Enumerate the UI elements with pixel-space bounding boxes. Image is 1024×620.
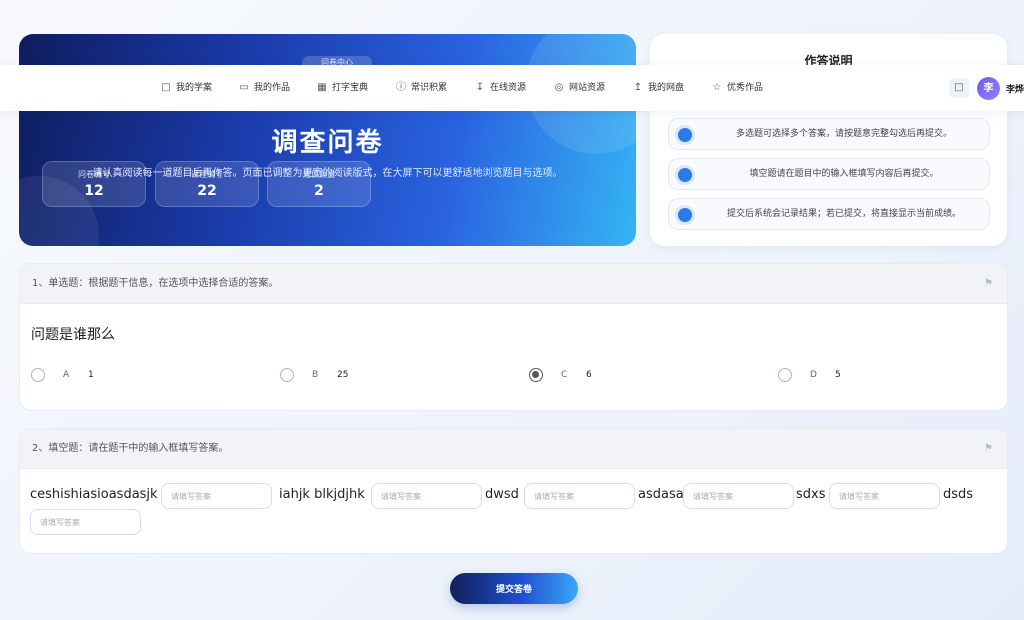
globe-icon: ◎ — [554, 82, 564, 93]
instruction-text: 多选题可选择多个答案，请按题意完整勾选后再提交。 — [735, 129, 952, 139]
option-value: 25 — [337, 370, 349, 380]
book-icon: □ — [161, 82, 171, 93]
option-letter: A — [63, 370, 70, 380]
radio-button-selected[interactable] — [529, 368, 543, 382]
question-card-fill-blank: 2、填空题：请在题干中的输入框填写答案。 ⚑ ceshishiasioasdas… — [19, 428, 1008, 554]
question-header: 1、单选题：根据题干信息，在选项中选择合适的答案。 ⚑ — [20, 264, 1007, 304]
nav-label: 我的作品 — [254, 83, 291, 93]
instruction-item: 提交后系统会记录结果；若已提交，将直接显示当前成绩。 — [668, 198, 990, 230]
nav-item-online-resources[interactable]: ↧ 在线资源 — [474, 65, 526, 111]
option-letter: C — [561, 370, 568, 380]
blank-input-3[interactable] — [524, 483, 635, 509]
star-icon: ☆ — [712, 82, 722, 93]
blank-text: ceshishiasioasdasjk — [30, 487, 158, 502]
question-text: 问题是谁那么 — [31, 327, 115, 343]
blank-text: sdxs — [796, 487, 826, 502]
help-circle-icon: ⓘ — [396, 82, 406, 93]
blank-input-4[interactable] — [683, 483, 794, 509]
instruction-text: 提交后系统会记录结果；若已提交，将直接显示当前成绩。 — [726, 209, 961, 219]
blank-input-2[interactable] — [371, 483, 482, 509]
option-value: 1 — [88, 370, 94, 380]
stat-label: 题目数量 — [303, 170, 335, 179]
blank-input-5[interactable] — [829, 483, 940, 509]
radio-button[interactable] — [280, 368, 294, 382]
question-card-single-choice: 1、单选题：根据题干信息，在选项中选择合适的答案。 ⚑ 问题是谁那么 A 1 B… — [19, 263, 1008, 411]
avatar[interactable]: 李 — [977, 77, 1000, 100]
nav-label: 打字宝典 — [332, 83, 369, 93]
top-navbar: □ 我的学案 ▭ 我的作品 ▦ 打字宝典 ⓘ 常识积累 ↧ 在线资源 ◎ 网站资源 ↥ 我的网… — [0, 65, 1024, 111]
nav-item-knowledge[interactable]: ⓘ 常识积累 — [395, 65, 447, 111]
radio-button[interactable] — [31, 368, 45, 382]
submit-button[interactable]: 提交答卷 — [450, 573, 578, 604]
option-letter: D — [810, 370, 817, 380]
stat-value: 2 — [314, 183, 324, 199]
stat-value: 12 — [84, 183, 104, 199]
stat-course-id: 课程编号 22 — [155, 161, 259, 207]
nav-item-typing[interactable]: ▦ 打字宝典 — [316, 65, 368, 111]
nav-item-my-drive[interactable]: ↥ 我的网盘 — [632, 65, 684, 111]
download-icon: ↧ — [475, 82, 485, 93]
option-letter: B — [312, 370, 319, 380]
question-header-text: 2、填空题：请在题干中的输入框填写答案。 — [32, 443, 229, 454]
blank-text: iahjk blkjdjhk — [279, 487, 365, 502]
option-value: 6 — [586, 370, 592, 380]
upload-icon: ↥ — [633, 82, 643, 93]
nav-item-site-resources[interactable]: ◎ 网站资源 — [553, 65, 605, 111]
radio-button[interactable] — [778, 368, 792, 382]
nav-label: 优秀作品 — [727, 83, 764, 93]
blank-text: asdasa — [638, 487, 684, 502]
question-header-text: 1、单选题：根据题干信息，在选项中选择合适的答案。 — [32, 278, 279, 289]
instruction-item: 多选题可选择多个答案，请按题意完整勾选后再提交。 — [668, 118, 990, 150]
stat-label: 问卷编号 — [78, 170, 110, 179]
nav-label: 我的网盘 — [648, 83, 685, 93]
nav-item-excellent-works[interactable]: ☆ 优秀作品 — [711, 65, 764, 111]
nav-label: 在线资源 — [490, 83, 527, 93]
folder-icon: ▭ — [239, 82, 249, 93]
stat-label: 课程编号 — [191, 170, 223, 179]
hero-title: 调查问卷 — [271, 128, 384, 158]
nav-item-my-works[interactable]: ▭ 我的作品 — [238, 65, 290, 111]
bullet-dot-icon — [678, 168, 692, 182]
instruction-item: 填空题请在题目中的输入框填写内容后再提交。 — [668, 158, 990, 190]
blank-input-6[interactable] — [30, 509, 141, 535]
nav-label: 常识积累 — [411, 83, 448, 93]
flag-icon[interactable]: ⚑ — [984, 278, 993, 289]
nav-label: 我的学案 — [176, 83, 213, 93]
blank-text: dwsd — [485, 487, 519, 502]
flag-icon[interactable]: ⚑ — [984, 443, 993, 454]
instruction-text: 填空题请在题目中的输入框填写内容后再提交。 — [749, 169, 939, 179]
stat-value: 22 — [197, 183, 217, 199]
nav-label: 网站资源 — [569, 83, 606, 93]
stat-survey-id: 问卷编号 12 — [42, 161, 146, 207]
bullet-dot-icon — [678, 208, 692, 222]
question-header: 2、填空题：请在题干中的输入框填写答案。 ⚑ — [20, 429, 1007, 469]
username[interactable]: 李烨 — [1006, 82, 1024, 95]
message-icon[interactable]: □ — [949, 78, 969, 98]
keyboard-icon: ▦ — [317, 82, 327, 93]
option-value: 5 — [835, 370, 841, 380]
bullet-dot-icon — [678, 128, 692, 142]
nav-item-my-lessons[interactable]: □ 我的学案 — [160, 65, 212, 111]
blank-text: dsds — [943, 487, 974, 502]
stat-question-count: 题目数量 2 — [267, 161, 371, 207]
blank-input-1[interactable] — [161, 483, 272, 509]
